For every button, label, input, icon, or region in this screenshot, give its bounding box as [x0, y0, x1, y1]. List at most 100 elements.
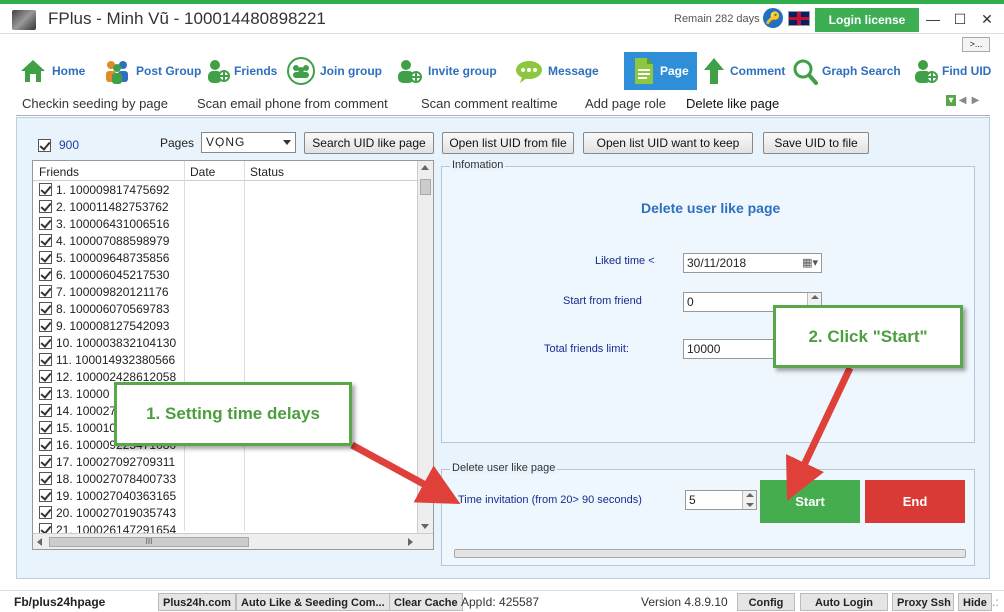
table-row[interactable]: 5. 100009648735856 — [33, 249, 417, 266]
information-heading: Delete user like page — [641, 200, 781, 216]
calendar-icon[interactable]: ▦▾ — [802, 256, 818, 269]
scroll-left-icon[interactable] — [37, 538, 42, 546]
row-friend-uid: 9. 100008127542093 — [56, 319, 170, 333]
nav-home[interactable]: Home — [18, 52, 85, 90]
table-row[interactable]: 19. 100027040363165 — [33, 487, 417, 504]
table-row[interactable]: 8. 100006070569783 — [33, 300, 417, 317]
proxy-ssh-button[interactable]: Proxy Ssh — [892, 593, 954, 611]
search-uid-like-page-button[interactable]: Search UID like page — [304, 132, 434, 154]
friends-list[interactable]: Friends Date Status 1. 100009817475692 2.… — [32, 160, 434, 550]
row-checkbox[interactable] — [39, 455, 52, 468]
row-checkbox[interactable] — [39, 200, 52, 213]
row-checkbox[interactable] — [39, 387, 52, 400]
row-checkbox[interactable] — [39, 302, 52, 315]
column-date[interactable]: Date — [190, 165, 215, 179]
vertical-scrollbar[interactable] — [417, 161, 433, 533]
start-button[interactable]: Start — [760, 480, 860, 523]
open-keep-list-button[interactable]: Open list UID want to keep — [583, 132, 753, 154]
table-row[interactable]: 1. 100009817475692 — [33, 181, 417, 198]
table-row[interactable]: 18. 100027078400733 — [33, 470, 417, 487]
table-row[interactable]: 9. 100008127542093 — [33, 317, 417, 334]
table-row[interactable]: 20. 100027019035743 — [33, 504, 417, 521]
table-row[interactable]: 11. 100014932380566 — [33, 351, 417, 368]
scroll-right-icon[interactable] — [408, 538, 413, 546]
column-status[interactable]: Status — [250, 165, 284, 179]
auto-login-button[interactable]: Auto Login — [800, 593, 888, 611]
scroll-thumb[interactable] — [420, 179, 431, 195]
more-button[interactable]: >... — [962, 37, 990, 52]
pages-select[interactable]: VỌNG — [201, 132, 296, 153]
row-checkbox[interactable] — [39, 506, 52, 519]
select-all-checkbox[interactable] — [38, 138, 51, 152]
column-friends[interactable]: Friends — [39, 165, 79, 179]
tab-prev-icon[interactable]: ◀ — [959, 95, 969, 106]
row-checkbox[interactable] — [39, 285, 52, 298]
table-row[interactable]: 2. 100011482753762 — [33, 198, 417, 215]
table-row[interactable]: 17. 100027092709311 — [33, 453, 417, 470]
row-checkbox[interactable] — [39, 421, 52, 434]
row-friend-uid: 14. 100027 — [56, 404, 117, 418]
site-link-button[interactable]: Plus24h.com — [158, 593, 236, 611]
row-checkbox[interactable] — [39, 472, 52, 485]
nav-graph-search[interactable]: Graph Search — [792, 52, 901, 90]
login-license-button[interactable]: Login license — [815, 8, 919, 32]
select-all[interactable]: 900 — [38, 138, 79, 152]
row-checkbox[interactable] — [39, 251, 52, 264]
uk-flag-icon[interactable] — [788, 11, 810, 26]
pages-label: Pages — [160, 136, 195, 150]
nav-comment-label: Comment — [730, 64, 786, 78]
clear-cache-button[interactable]: Clear Cache — [389, 593, 463, 611]
table-row[interactable]: 6. 100006045217530 — [33, 266, 417, 283]
nav-post-group[interactable]: Post Group — [102, 52, 201, 90]
tab-scan-comment-realtime[interactable]: Scan comment realtime — [421, 96, 558, 111]
row-checkbox[interactable] — [39, 336, 52, 349]
tab-dropdown-icon[interactable]: ▾ — [946, 95, 956, 106]
open-list-uid-button[interactable]: Open list UID from file — [442, 132, 574, 154]
tab-delete-like-page[interactable]: Delete like page — [686, 96, 779, 111]
hscroll-thumb[interactable]: III — [49, 537, 249, 547]
row-checkbox[interactable] — [39, 370, 52, 383]
tab-checkin-seeding[interactable]: Checkin seeding by page — [22, 96, 168, 111]
table-row[interactable]: 7. 100009820121176 — [33, 283, 417, 300]
time-invitation-stepper-icon[interactable] — [742, 491, 756, 509]
nav-message[interactable]: Message — [514, 52, 599, 90]
hide-button[interactable]: Hide — [958, 593, 992, 611]
nav-join-group[interactable]: Join group — [286, 52, 382, 90]
minimize-button[interactable]: — — [920, 8, 946, 30]
nav-comment[interactable]: Comment — [702, 52, 785, 90]
tab-scan-email-phone[interactable]: Scan email phone from comment — [197, 96, 388, 111]
close-button[interactable]: ✕ — [974, 8, 1000, 30]
row-checkbox[interactable] — [39, 268, 52, 281]
key-icon[interactable]: 🔑 — [763, 8, 783, 28]
scroll-up-icon[interactable] — [421, 165, 429, 170]
end-button[interactable]: End — [865, 480, 965, 523]
time-invitation-input[interactable]: 5 — [685, 490, 757, 510]
row-checkbox[interactable] — [39, 234, 52, 247]
tab-next-icon[interactable]: ▶ — [972, 95, 982, 106]
maximize-button[interactable]: ☐ — [947, 8, 973, 30]
row-friend-uid: 18. 100027078400733 — [56, 472, 177, 486]
table-row[interactable]: 10. 100003832104130 — [33, 334, 417, 351]
horizontal-scrollbar[interactable]: III — [33, 533, 433, 549]
row-checkbox[interactable] — [39, 217, 52, 230]
nav-friends[interactable]: Friends — [206, 52, 277, 90]
auto-like-seeding-button[interactable]: Auto Like & Seeding Com... — [236, 593, 390, 611]
table-row[interactable]: 3. 100006431006516 — [33, 215, 417, 232]
row-checkbox[interactable] — [39, 404, 52, 417]
fanpage-link[interactable]: Fb/plus24hpage — [14, 593, 105, 611]
resize-grip[interactable]: .: — [992, 593, 999, 611]
tab-add-page-role[interactable]: Add page role — [585, 96, 666, 111]
liked-time-date-picker[interactable]: 30/11/2018 ▦▾ — [683, 253, 822, 273]
nav-find-uid[interactable]: Find UID — [912, 52, 991, 90]
row-checkbox[interactable] — [39, 438, 52, 451]
nav-invite-group[interactable]: Invite group — [394, 52, 497, 90]
row-checkbox[interactable] — [39, 489, 52, 502]
scroll-down-icon[interactable] — [421, 524, 429, 529]
row-checkbox[interactable] — [39, 319, 52, 332]
save-uid-button[interactable]: Save UID to file — [763, 132, 869, 154]
config-button[interactable]: Config — [737, 593, 795, 611]
row-checkbox[interactable] — [39, 353, 52, 366]
table-row[interactable]: 4. 100007088598979 — [33, 232, 417, 249]
row-checkbox[interactable] — [39, 183, 52, 196]
nav-page[interactable]: Page — [624, 52, 697, 90]
